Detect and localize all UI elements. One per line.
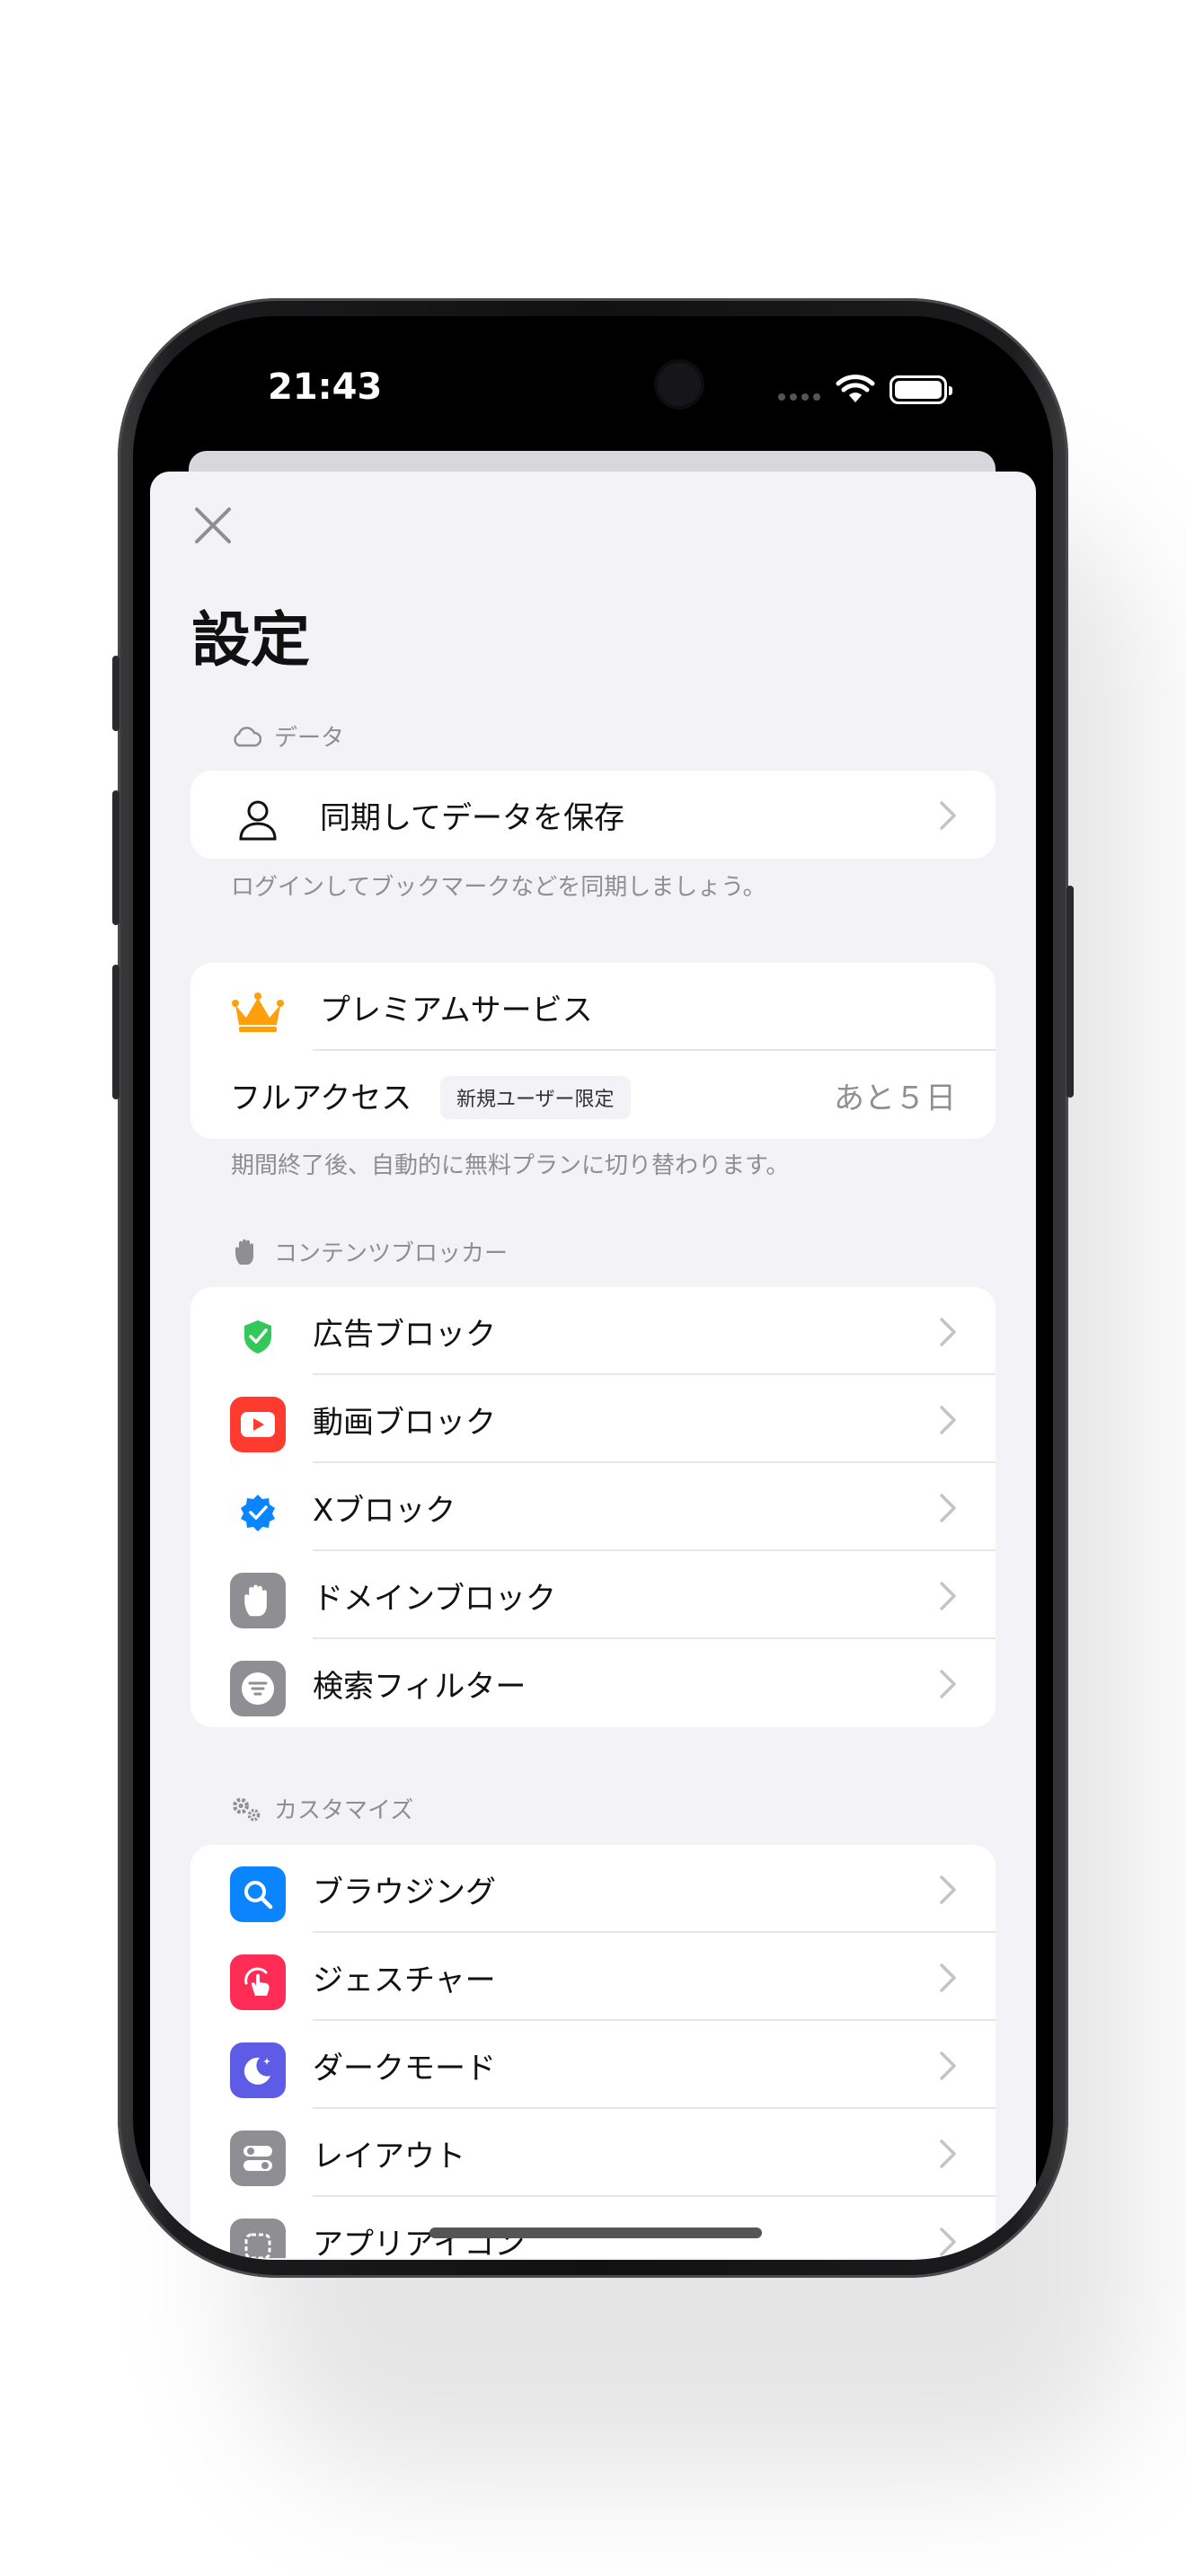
chevron-right-icon [940, 2139, 956, 2168]
row-label: 同期してデータを保存 [320, 799, 624, 836]
status-bar: 21:43 [133, 316, 1053, 451]
hand-icon [231, 1237, 261, 1267]
chevron-right-icon [940, 2051, 956, 2080]
section-header-label: カスタマイズ [274, 1797, 414, 1824]
chevron-right-icon [940, 1494, 956, 1522]
gesture-row[interactable]: ジェスチャー [190, 1933, 996, 2021]
data-footnote: ログインしてブックマークなどを同期しましょう。 [231, 874, 766, 901]
play-icon [230, 1397, 286, 1452]
section-header-label: コンテンツブロッカー [274, 1240, 509, 1267]
status-time: 21:43 [268, 366, 383, 408]
section-header-label: データ [274, 725, 345, 752]
chevron-right-icon [940, 801, 956, 830]
row-label: Xブロック [313, 1492, 456, 1529]
person-icon [230, 792, 286, 848]
screen: 21:43 設定 データ 同期してデータを保存 ログインしてブックマークなどを同… [133, 316, 1053, 2260]
power-button [1067, 886, 1074, 1098]
crown-icon [230, 984, 286, 1040]
row-label: 広告ブロック [313, 1316, 496, 1353]
battery-icon [890, 375, 952, 404]
gears-icon [231, 1794, 261, 1824]
row-label: アプリアイコン [313, 2226, 526, 2259]
page-title: 設定 [191, 605, 310, 675]
wifi-icon [836, 375, 875, 402]
settings-sheet: 設定 データ 同期してデータを保存 ログインしてブックマークなどを同期しましょう… [150, 472, 1036, 2260]
sync-row[interactable]: 同期してデータを保存 [190, 771, 996, 859]
app-icon-icon [230, 2219, 286, 2258]
chevron-right-icon [940, 1875, 956, 1904]
section-header-blocker: コンテンツブロッカー [231, 1235, 508, 1268]
access-row: フルアクセス 新規ユーザー限定 あと５日 [190, 1051, 996, 1139]
chevron-right-icon [940, 2228, 956, 2256]
browsing-row[interactable]: ブラウジング [190, 1845, 996, 1933]
remaining-days: あと５日 [834, 1080, 956, 1116]
row-label: プレミアムサービス [320, 992, 593, 1028]
access-label: フルアクセス [230, 1080, 412, 1116]
hand-icon [230, 1573, 286, 1628]
layout-row[interactable]: レイアウト [190, 2109, 996, 2197]
verified-badge-icon [230, 1485, 286, 1540]
x-block-row[interactable]: Xブロック [190, 1463, 996, 1551]
toggles-icon [230, 2130, 286, 2186]
front-camera [658, 363, 701, 406]
ad-block-row[interactable]: 広告ブロック [190, 1287, 996, 1375]
magnifier-icon [230, 1866, 286, 1922]
row-label: ダークモード [313, 2050, 496, 2086]
data-card: 同期してデータを保存 [190, 771, 996, 859]
chevron-right-icon [940, 1406, 956, 1434]
premium-card: プレミアムサービス フルアクセス 新規ユーザー限定 あと５日 [190, 963, 996, 1139]
premium-row[interactable]: プレミアムサービス [190, 963, 996, 1051]
action-button [112, 656, 119, 731]
chevron-right-icon [940, 1582, 956, 1610]
video-block-row[interactable]: 動画ブロック [190, 1375, 996, 1463]
filter-icon [230, 1661, 286, 1716]
search-filter-row[interactable]: 検索フィルター [190, 1639, 996, 1727]
chevron-right-icon [940, 1318, 956, 1346]
chevron-right-icon [940, 1963, 956, 1992]
cellular-signal-icon [778, 393, 820, 401]
moon-icon [230, 2042, 286, 2098]
row-label: ブラウジング [313, 1874, 496, 1910]
gesture-icon [230, 1954, 286, 2010]
blocker-card: 広告ブロック 動画ブロック Xブロック ドメインブロック 検索フィルター [190, 1287, 996, 1727]
section-header-data: データ [231, 719, 344, 753]
row-label: ドメインブロック [313, 1580, 556, 1617]
row-label: 動画ブロック [313, 1404, 496, 1441]
chevron-right-icon [940, 1670, 956, 1698]
volume-down-button [112, 965, 119, 1099]
premium-footnote: 期間終了後、自動的に無料プランに切り替わります。 [231, 1152, 790, 1179]
row-label: 検索フィルター [313, 1668, 527, 1705]
customize-card: ブラウジング ジェスチャー ダークモード レイアウト アプリアイコン [190, 1845, 996, 2258]
cloud-icon [231, 721, 261, 752]
shield-check-icon [230, 1309, 286, 1364]
domain-block-row[interactable]: ドメインブロック [190, 1551, 996, 1639]
section-header-customize: カスタマイズ [231, 1792, 413, 1825]
new-user-badge: 新規ユーザー限定 [440, 1076, 631, 1119]
dark-mode-row[interactable]: ダークモード [190, 2021, 996, 2109]
row-label: レイアウト [313, 2138, 465, 2175]
home-indicator[interactable] [429, 2228, 762, 2238]
volume-up-button [112, 790, 119, 925]
close-icon[interactable] [193, 506, 233, 545]
row-label: ジェスチャー [313, 1962, 496, 1998]
